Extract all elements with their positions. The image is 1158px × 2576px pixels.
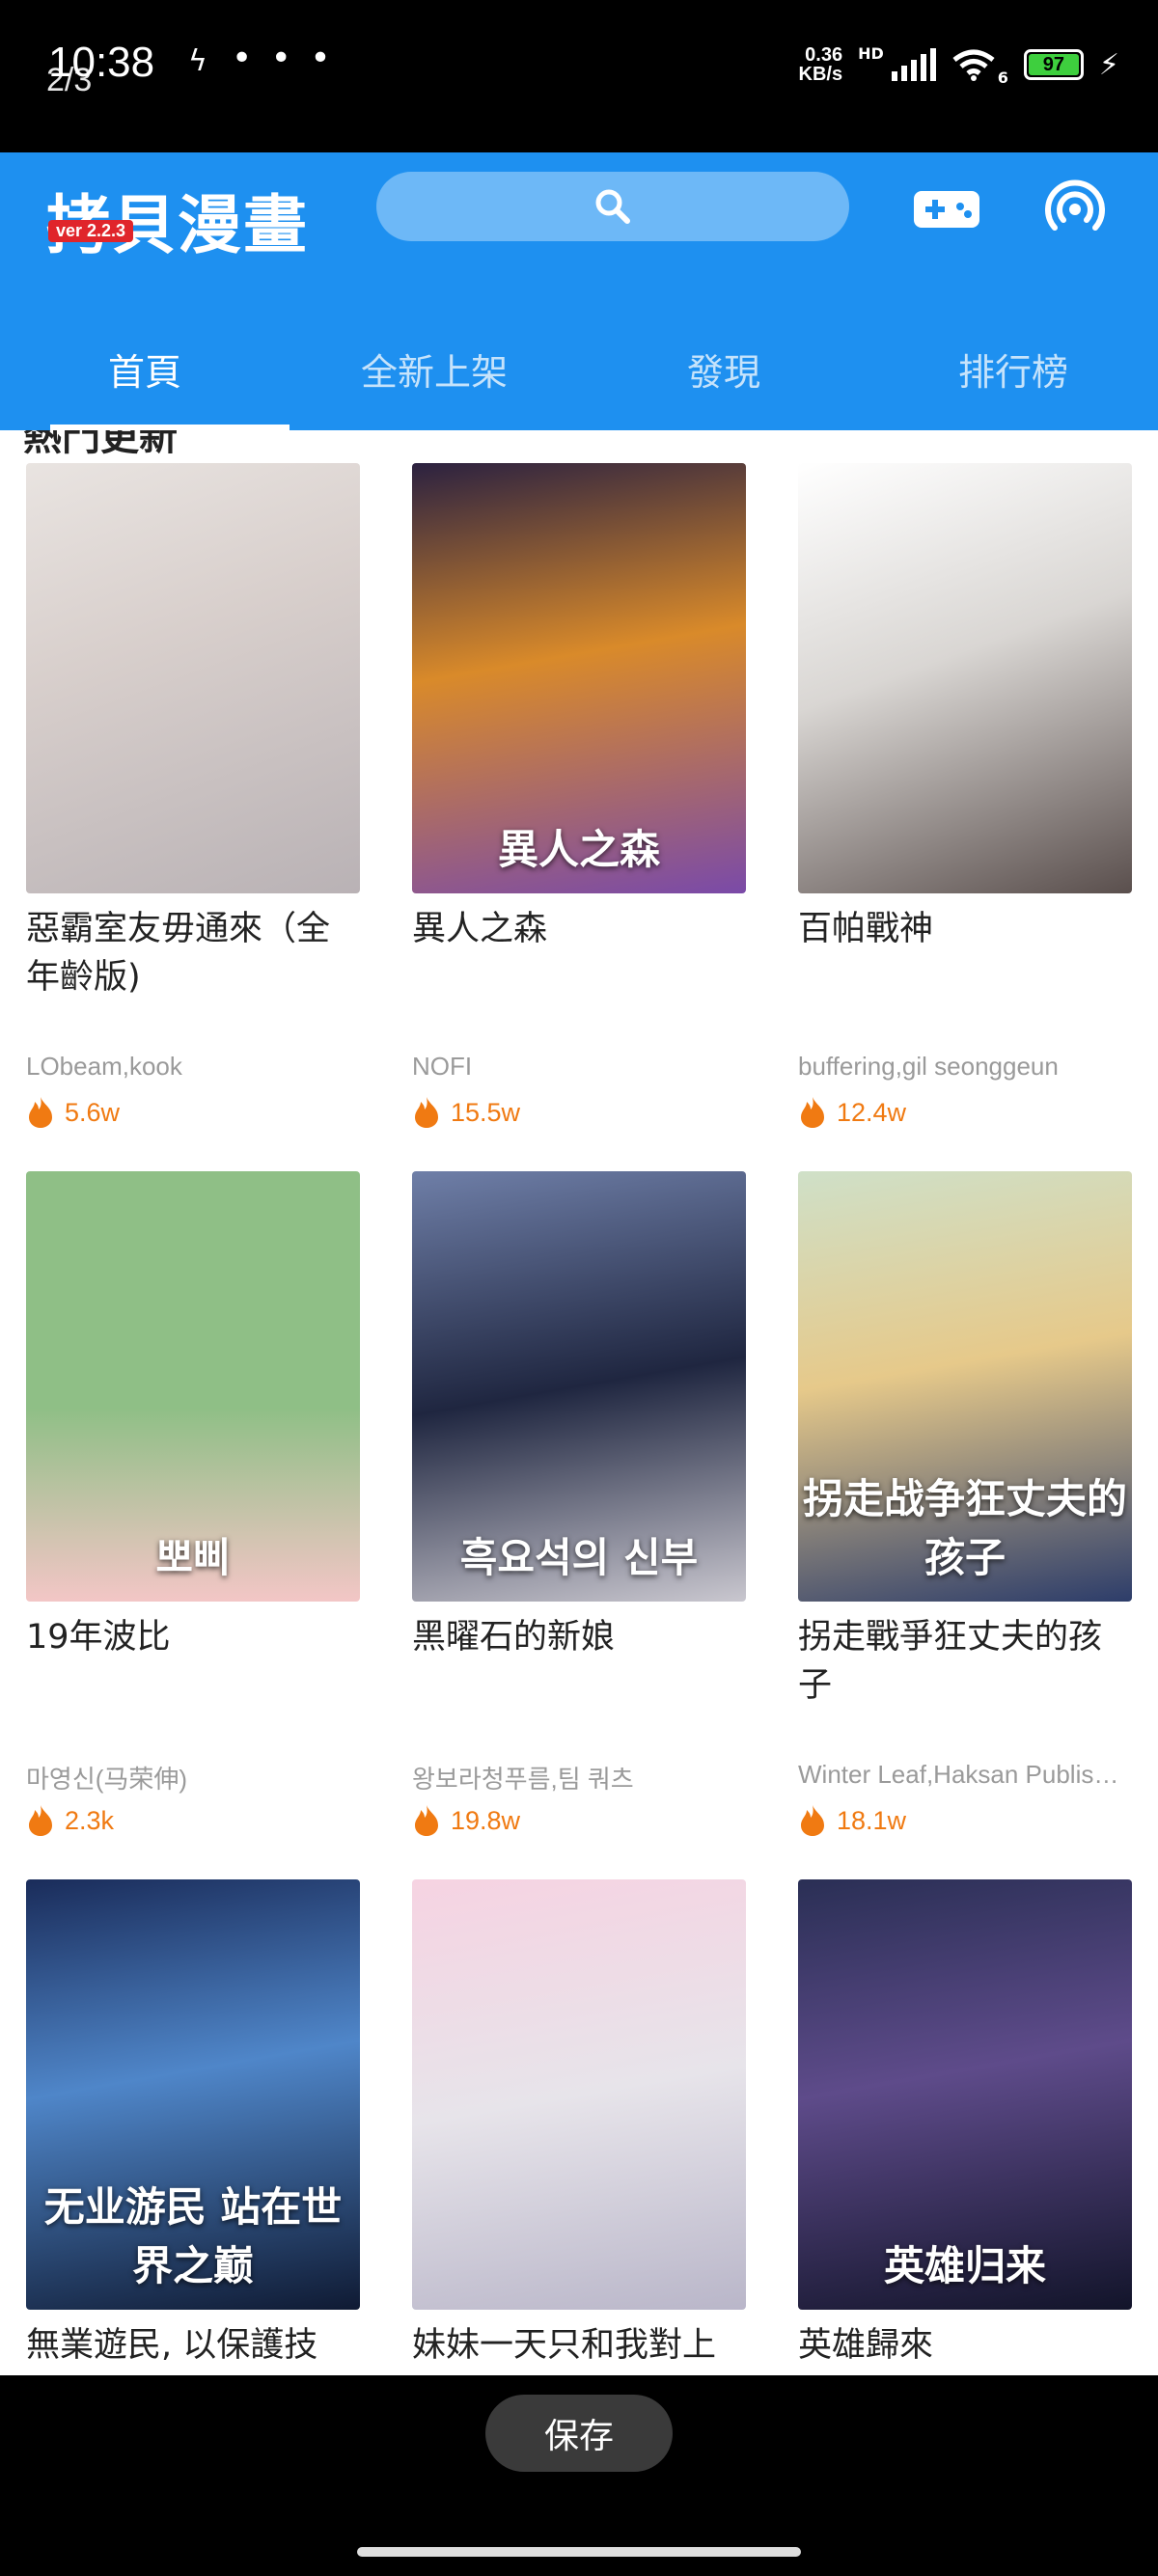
- comic-cover-image[interactable]: 흑요석의 신부: [412, 1171, 746, 1602]
- flame-icon: [415, 1805, 438, 1836]
- comic-author: NOFI: [412, 1052, 473, 1081]
- wifi-band-label: 6: [997, 69, 1008, 87]
- comic-popularity: 12.4w: [798, 1096, 906, 1129]
- popularity-value: 15.5w: [451, 1097, 521, 1127]
- comic-title[interactable]: 黑曜石的新娘: [412, 1613, 746, 1661]
- flame-icon: [415, 1097, 438, 1128]
- comic-list[interactable]: 熱門更新 惡霸室友毋通來（全年齡版) LObeam,kook 5.6w 異人之森 異人之…: [0, 430, 1158, 2375]
- popularity-value: 2.3k: [65, 1805, 115, 1835]
- comic-cover-image[interactable]: 拐走战争狂丈夫的孩子: [798, 1171, 1132, 1602]
- cover-title-text: 異人之森: [497, 826, 660, 873]
- flame-icon: [29, 1805, 52, 1836]
- comic-cover-image[interactable]: [798, 463, 1132, 893]
- broadcast-icon[interactable]: [1045, 179, 1105, 239]
- home-indicator[interactable]: [357, 2547, 801, 2557]
- search-input[interactable]: [376, 172, 849, 241]
- wifi-icon: [952, 49, 995, 81]
- popularity-value: 18.1w: [837, 1805, 907, 1835]
- comic-cover-image[interactable]: 无业游民 站在世界之巅: [26, 1879, 360, 2310]
- comic-cover-image[interactable]: 英雄归来: [798, 1879, 1132, 2310]
- comic-card[interactable]: 異人之森 異人之森 NOFI 15.5w: [386, 463, 772, 1171]
- hd-label: HD: [858, 44, 884, 63]
- save-button[interactable]: 保存: [485, 2395, 673, 2472]
- tab-ranking[interactable]: 排行榜: [868, 307, 1158, 430]
- comic-card[interactable]: 흑요석의 신부 黑曜石的新娘 왕보라청푸름,팀 쿼츠 19.8w: [386, 1171, 772, 1879]
- page-indicator: 2/3: [46, 62, 93, 98]
- comic-cover-image[interactable]: 뽀삐: [26, 1171, 360, 1602]
- comic-card[interactable]: 拐走战争狂丈夫的孩子拐走戰爭狂丈夫的孩子 Winter Leaf,Haksan P…: [772, 1171, 1158, 1879]
- net-speed: 0.36 KB/s: [799, 45, 843, 84]
- tab-home[interactable]: 首頁: [0, 307, 290, 430]
- flame-icon: [801, 1805, 824, 1836]
- comic-title[interactable]: 妹妹一天只和我對上: [412, 2321, 746, 2370]
- comic-author: buffering,gil seonggeun: [798, 1052, 1059, 1081]
- tab-discover[interactable]: 發現: [579, 307, 868, 430]
- cover-title-text: 흑요석의 신부: [459, 1534, 699, 1581]
- comic-cover-image[interactable]: 異人之森: [412, 463, 746, 893]
- comic-title[interactable]: 百帕戰神: [798, 905, 1132, 953]
- comic-popularity: 19.8w: [412, 1804, 520, 1837]
- more-notifications-icon: • • •: [232, 39, 335, 78]
- comic-card[interactable]: 百帕戰神 buffering,gil seonggeun 12.4w: [772, 463, 1158, 1171]
- cover-title-text: 拐走战争狂丈夫的孩子: [802, 1475, 1127, 1581]
- comic-author: 마영신(马荣伸): [26, 1765, 188, 1794]
- charging-icon: ⚡: [1098, 47, 1119, 82]
- comic-card[interactable]: 惡霸室友毋通來（全年齡版) LObeam,kook 5.6w: [0, 463, 386, 1171]
- gamepad-icon[interactable]: [914, 191, 979, 228]
- comic-author: Winter Leaf,Haksan Publishing: [798, 1760, 1132, 1789]
- flame-icon: [801, 1097, 824, 1128]
- comic-author: LObeam,kook: [26, 1052, 182, 1081]
- comic-title[interactable]: 19年波比: [26, 1613, 360, 1661]
- comic-popularity: 18.1w: [798, 1804, 906, 1837]
- comic-cover-image[interactable]: [26, 463, 360, 893]
- comic-popularity: 15.5w: [412, 1096, 520, 1129]
- net-speed-unit: KB/s: [798, 64, 843, 85]
- tab-new-arrivals[interactable]: 全新上架: [290, 307, 579, 430]
- comic-title[interactable]: 無業遊民, 以保護技: [26, 2321, 360, 2370]
- comic-popularity: 5.6w: [26, 1096, 120, 1129]
- search-icon: [595, 189, 630, 224]
- comic-card[interactable]: 뽀삐 19年波比 마영신(马荣伸) 2.3k: [0, 1171, 386, 1879]
- comic-card[interactable]: 英雄归来 英雄歸來: [772, 1879, 1158, 2375]
- usb-icon: ϟ: [188, 44, 207, 78]
- app-header: 拷貝漫畫 ver 2.2.3 首頁 全新上架 發現 排行榜: [0, 152, 1158, 430]
- cover-title-text: 英雄归来: [883, 2242, 1046, 2289]
- status-bar: 10:38 2/3 ϟ • • • 0.36 KB/s HD 6 97 ⚡: [0, 0, 1158, 152]
- comic-author: 왕보라청푸름,팀 쿼츠: [412, 1765, 634, 1794]
- comic-title[interactable]: 惡霸室友毋通來（全年齡版): [26, 905, 360, 1001]
- battery-level: 97: [1028, 54, 1079, 75]
- tab-bar: 首頁 全新上架 發現 排行榜: [0, 307, 1158, 430]
- comic-grid: 惡霸室友毋通來（全年齡版) LObeam,kook 5.6w 異人之森 異人之森 NOFI…: [0, 463, 1158, 2375]
- comic-card[interactable]: 妹妹一天只和我對上: [386, 1879, 772, 2375]
- comic-card[interactable]: 无业游民 站在世界之巅無業遊民, 以保護技: [0, 1879, 386, 2375]
- comic-popularity: 2.3k: [26, 1804, 114, 1837]
- popularity-value: 12.4w: [837, 1097, 907, 1127]
- comic-title[interactable]: 拐走戰爭狂丈夫的孩子: [798, 1613, 1132, 1710]
- net-speed-value: 0.36: [805, 44, 843, 66]
- comic-title[interactable]: 英雄歸來: [798, 2321, 1132, 2370]
- cover-title-text: 无业游民 站在世界之巅: [43, 2183, 343, 2289]
- signal-icon: [891, 48, 936, 81]
- status-indicators: 0.36 KB/s HD 6 97 ⚡: [799, 42, 1119, 87]
- popularity-value: 5.6w: [65, 1097, 121, 1127]
- flame-icon: [29, 1097, 52, 1128]
- section-title: 熱門更新: [23, 430, 178, 459]
- version-badge: ver 2.2.3: [48, 220, 134, 242]
- cover-title-text: 뽀삐: [155, 1534, 231, 1581]
- bottom-bar: 保存: [0, 2375, 1158, 2576]
- comic-title[interactable]: 異人之森: [412, 905, 746, 953]
- comic-cover-image[interactable]: [412, 1879, 746, 2310]
- battery-icon: 97: [1023, 49, 1084, 80]
- popularity-value: 19.8w: [451, 1805, 521, 1835]
